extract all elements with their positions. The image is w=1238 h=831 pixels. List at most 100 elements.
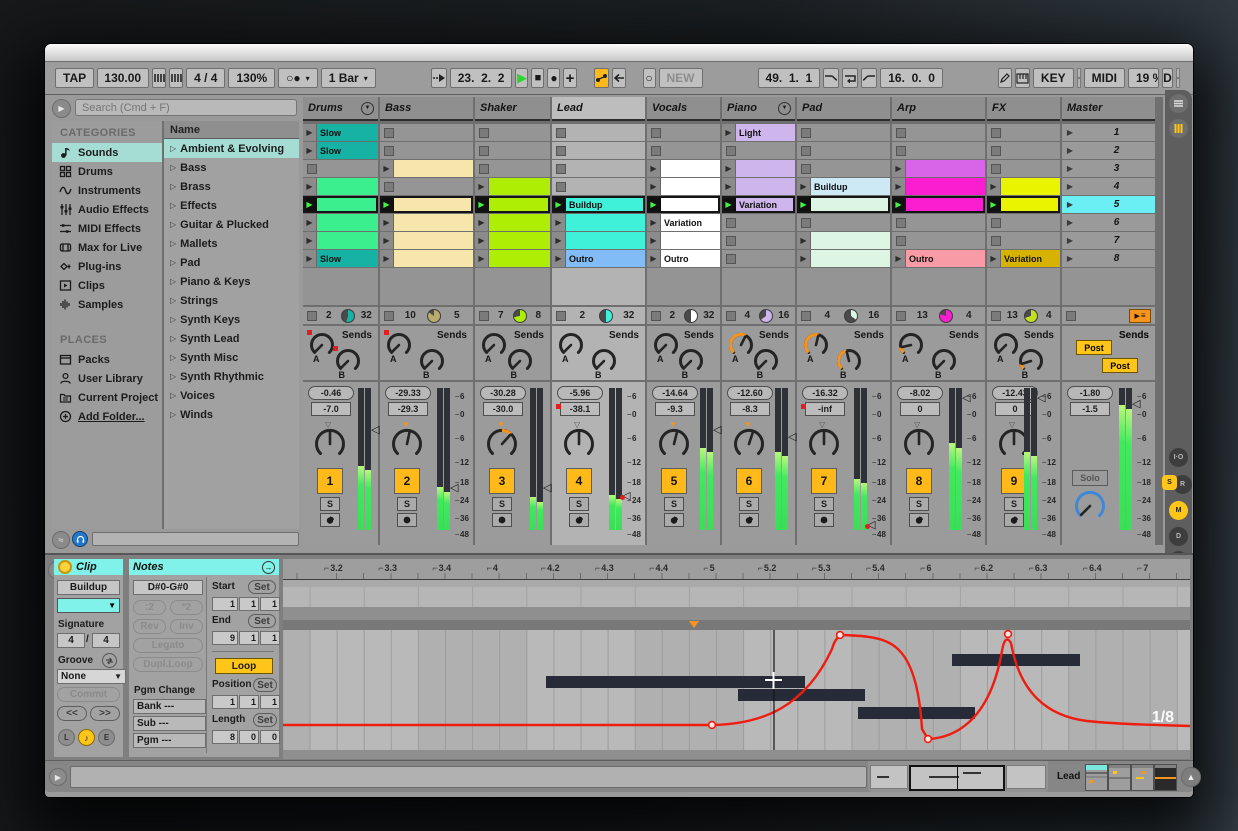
- nudge-up-button[interactable]: [169, 68, 183, 88]
- clip-launch-button[interactable]: ▶: [797, 196, 811, 213]
- clip-slot[interactable]: ▶: [722, 160, 795, 177]
- clip-slot[interactable]: ▶: [552, 214, 645, 231]
- clip-body[interactable]: Variation: [736, 196, 795, 213]
- clip-body[interactable]: [394, 196, 473, 213]
- scene-slot-8[interactable]: ▶8: [1062, 250, 1155, 267]
- clip-launch-button[interactable]: ▶: [475, 178, 489, 195]
- loop-toggle-button[interactable]: Loop: [215, 658, 273, 674]
- clip-launch-button[interactable]: ▶: [380, 160, 394, 177]
- prev-clip-button[interactable]: <<: [57, 706, 87, 721]
- clip-body[interactable]: Outro: [661, 250, 720, 267]
- clip-body[interactable]: [394, 160, 473, 177]
- clip-body[interactable]: [906, 160, 985, 177]
- sidebar-item-midi-effects[interactable]: MIDI Effects: [52, 219, 162, 238]
- scene-slot-1[interactable]: ▶1: [1062, 124, 1155, 141]
- follow-button[interactable]: [431, 68, 447, 88]
- scene-launch-icon[interactable]: ▶: [1062, 182, 1078, 191]
- preview-scrub-bar[interactable]: [92, 532, 299, 546]
- clip-body[interactable]: Slow: [317, 250, 378, 267]
- fold-track-icon[interactable]: ▼: [361, 102, 374, 115]
- cue-volume-knob[interactable]: [1074, 490, 1106, 527]
- expand-triangle-icon[interactable]: ▷: [170, 296, 176, 305]
- stop-button[interactable]: ■: [531, 68, 544, 88]
- clip-body[interactable]: [566, 232, 645, 249]
- clip-slot[interactable]: ▶: [797, 232, 890, 249]
- arm-midi-button[interactable]: [1004, 513, 1024, 527]
- end-digit[interactable]: 1: [260, 631, 280, 645]
- loop-length[interactable]: 16. 0. 0: [880, 68, 943, 88]
- clip-slot[interactable]: ▶Slow: [303, 124, 378, 141]
- clip-slot[interactable]: ▶: [303, 214, 378, 231]
- track-activator-button[interactable]: 4: [566, 468, 592, 494]
- volume-value-field[interactable]: -1.5: [1070, 402, 1110, 416]
- clip-slot[interactable]: [722, 214, 795, 231]
- clip-slot[interactable]: ▶: [647, 196, 720, 213]
- reverse-button[interactable]: Rev: [133, 619, 166, 634]
- clip-launch-button[interactable]: ▶: [647, 160, 661, 177]
- clip-launch-button[interactable]: ▶: [892, 250, 906, 267]
- clip-overview-left[interactable]: [870, 765, 908, 789]
- window-titlebar[interactable]: [45, 44, 1193, 62]
- pan-knob[interactable]: [391, 428, 423, 465]
- solo-button[interactable]: S: [814, 497, 834, 511]
- browser-list-item[interactable]: ▷Pad: [164, 253, 299, 272]
- clip-body[interactable]: Buildup: [811, 178, 890, 195]
- notes-tab-button[interactable]: ♪: [78, 729, 95, 746]
- clip-body[interactable]: [811, 250, 890, 267]
- browser-list-item[interactable]: ▷Synth Keys: [164, 310, 299, 329]
- volume-value-field[interactable]: -38.1: [560, 402, 600, 416]
- clip-body[interactable]: [566, 214, 645, 231]
- length-digit[interactable]: 0: [239, 730, 259, 744]
- browser-list-item[interactable]: ▷Piano & Keys: [164, 272, 299, 291]
- clip-slot[interactable]: ▶: [475, 214, 550, 231]
- clip-body[interactable]: [317, 232, 378, 249]
- metronome-button[interactable]: ○●▾: [278, 68, 318, 88]
- track-header-fx[interactable]: FX: [987, 97, 1060, 121]
- clip-launch-button[interactable]: ▶: [475, 250, 489, 267]
- status-collapse-button[interactable]: ▶: [49, 768, 67, 786]
- clip-slot[interactable]: [987, 160, 1060, 177]
- volume-value-field[interactable]: -9.3: [655, 402, 695, 416]
- clip-body[interactable]: [489, 214, 550, 231]
- scene-launch-icon[interactable]: ▶: [1062, 218, 1078, 227]
- clip-body[interactable]: [394, 232, 473, 249]
- expand-triangle-icon[interactable]: ▷: [170, 182, 176, 191]
- clip-slot[interactable]: ▶: [380, 196, 473, 213]
- clip-slot[interactable]: ▶Variation: [722, 196, 795, 213]
- record-button[interactable]: ●: [547, 68, 560, 88]
- next-panel-icon[interactable]: →: [262, 561, 275, 574]
- browser-list-item[interactable]: ▷Synth Misc: [164, 348, 299, 367]
- launch-tab-button[interactable]: L: [58, 729, 75, 746]
- clip-slot[interactable]: [303, 160, 378, 177]
- clip-stop-button[interactable]: [896, 311, 906, 321]
- tap-button[interactable]: TAP: [55, 68, 94, 88]
- expand-triangle-icon[interactable]: ▷: [170, 391, 176, 400]
- clip-launch-button[interactable]: ▶: [475, 214, 489, 231]
- solo-button[interactable]: S: [664, 497, 684, 511]
- clip-overview-right[interactable]: [1006, 765, 1046, 789]
- volume-fader-handle[interactable]: ◁: [543, 483, 551, 493]
- solo-button[interactable]: S: [739, 497, 759, 511]
- clip-launch-button[interactable]: ▶: [987, 178, 1001, 195]
- clip-body[interactable]: [661, 160, 720, 177]
- length-digit[interactable]: 8: [212, 730, 238, 744]
- track-header-shaker[interactable]: Shaker: [475, 97, 550, 121]
- bank-select[interactable]: Bank ---: [133, 699, 206, 714]
- start-set-button[interactable]: Set: [248, 580, 276, 594]
- clip-launch-button[interactable]: ▶: [303, 142, 317, 159]
- scene-slot-7[interactable]: ▶7: [1062, 232, 1155, 249]
- clip-slot[interactable]: ▶: [647, 232, 720, 249]
- preview-headphone-icon[interactable]: [72, 531, 88, 547]
- session-view-button[interactable]: [1169, 119, 1188, 138]
- clip-slot[interactable]: ▶: [892, 178, 985, 195]
- peak-level-display[interactable]: -8.02: [897, 386, 943, 400]
- clip-slot[interactable]: [647, 124, 720, 141]
- browser-list-item[interactable]: ▷Brass: [164, 177, 299, 196]
- clip-body[interactable]: [489, 232, 550, 249]
- clip-launch-button[interactable]: ▶: [987, 196, 1001, 213]
- clip-slot[interactable]: [380, 142, 473, 159]
- clip-name-field[interactable]: Buildup: [57, 580, 120, 595]
- clip-body[interactable]: [489, 196, 550, 213]
- clip-body[interactable]: Variation: [1001, 250, 1060, 267]
- length-set-button[interactable]: Set: [253, 713, 277, 727]
